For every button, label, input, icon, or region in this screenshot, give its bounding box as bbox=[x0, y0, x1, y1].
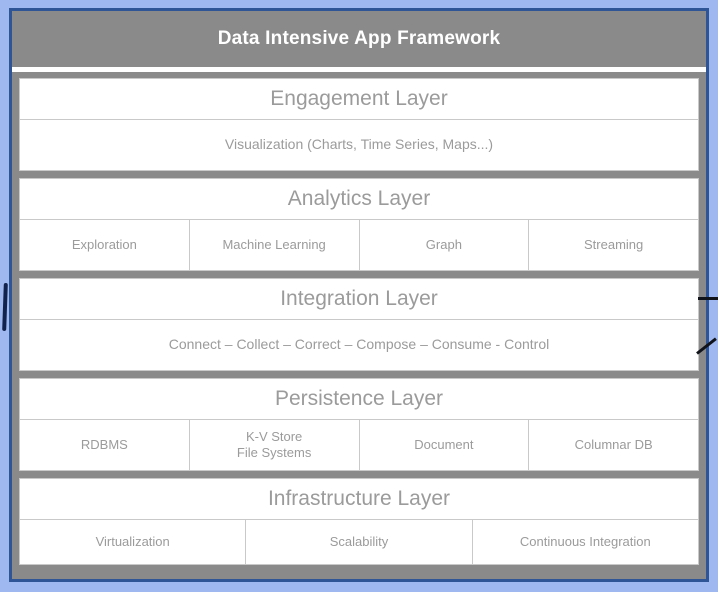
component-cell[interactable]: Streaming bbox=[529, 220, 698, 270]
layer-group-engagement: Engagement Layer Visualization (Charts, … bbox=[19, 78, 699, 171]
diagram-title-bar: Data Intensive App Framework bbox=[12, 11, 706, 67]
layer-group-infrastructure: Infrastructure Layer Virtualization Scal… bbox=[19, 478, 699, 565]
layer-components-persistence: RDBMS K-V Store File Systems Document Co… bbox=[19, 420, 699, 471]
component-cell[interactable]: Virtualization bbox=[20, 520, 247, 564]
component-cell[interactable]: Graph bbox=[359, 220, 530, 270]
layer-title-persistence: Persistence Layer bbox=[19, 378, 699, 420]
layer-title-integration: Integration Layer bbox=[19, 278, 699, 320]
layer-components-engagement: Visualization (Charts, Time Series, Maps… bbox=[19, 120, 699, 171]
component-cell[interactable]: Machine Learning bbox=[189, 220, 360, 270]
layer-title-infrastructure: Infrastructure Layer bbox=[19, 478, 699, 520]
layer-components-integration: Connect – Collect – Correct – Compose – … bbox=[19, 320, 699, 371]
layer-components-infrastructure: Virtualization Scalability Continuous In… bbox=[19, 520, 699, 565]
page-title: Data Intensive App Framework bbox=[217, 28, 501, 49]
diagram-frame: Data Intensive App Framework Engagement … bbox=[0, 0, 718, 592]
layer-group-integration: Integration Layer Connect – Collect – Co… bbox=[19, 278, 699, 371]
component-cell[interactable]: Continuous Integration bbox=[472, 520, 698, 564]
ink-vertical-stroke-icon bbox=[2, 282, 8, 332]
component-cell[interactable]: Scalability bbox=[246, 520, 473, 564]
component-cell[interactable]: Visualization (Charts, Time Series, Maps… bbox=[20, 120, 698, 170]
layer-components-analytics: Exploration Machine Learning Graph Strea… bbox=[19, 220, 699, 271]
layer-stack: Engagement Layer Visualization (Charts, … bbox=[12, 72, 706, 572]
component-cell[interactable]: Columnar DB bbox=[529, 420, 698, 470]
layer-title-engagement: Engagement Layer bbox=[19, 78, 699, 120]
layer-title-analytics: Analytics Layer bbox=[19, 178, 699, 220]
component-cell[interactable]: Document bbox=[359, 420, 530, 470]
component-cell[interactable]: RDBMS bbox=[20, 420, 190, 470]
component-cell[interactable]: K-V Store File Systems bbox=[189, 420, 360, 470]
component-cell[interactable]: Connect – Collect – Correct – Compose – … bbox=[20, 320, 698, 370]
diagram-inner-frame: Data Intensive App Framework Engagement … bbox=[9, 8, 709, 582]
component-cell[interactable]: Exploration bbox=[20, 220, 190, 270]
layer-group-analytics: Analytics Layer Exploration Machine Lear… bbox=[19, 178, 699, 271]
layer-group-persistence: Persistence Layer RDBMS K-V Store File S… bbox=[19, 378, 699, 471]
